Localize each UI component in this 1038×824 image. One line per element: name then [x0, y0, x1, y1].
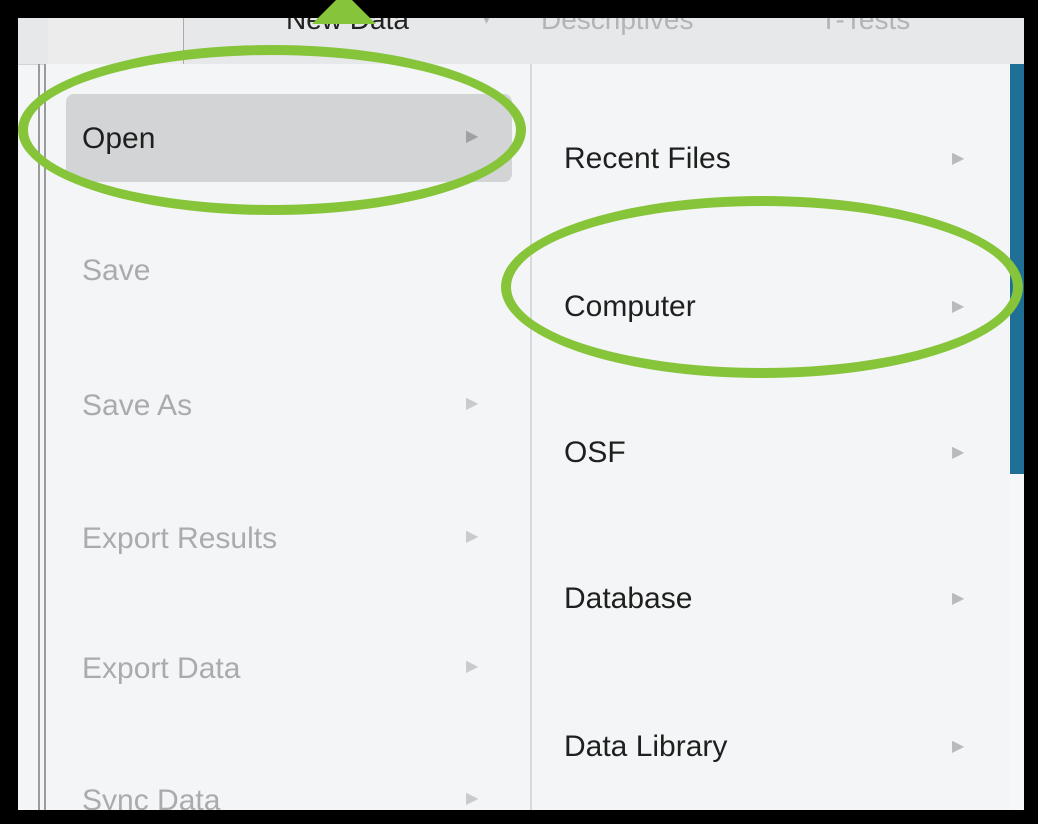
chevron-right-icon: ▶ — [466, 395, 479, 412]
menu-item-label: Save As — [82, 389, 193, 422]
submenu-item-database[interactable]: Database ▶ — [532, 564, 1010, 634]
tab-descriptives[interactable]: Descriptives — [541, 18, 693, 36]
chevron-right-icon: ▶ — [466, 528, 479, 545]
menu-item-export-data[interactable]: Export Data ▶ — [66, 612, 512, 700]
annotation-pointer-arrow — [312, 0, 376, 24]
annotation-ellipse-computer — [501, 196, 1023, 378]
menu-item-save[interactable]: Save — [66, 214, 512, 302]
submenu-item-osf[interactable]: OSF ▶ — [532, 418, 1010, 488]
open-submenu-panel: Recent Files ▶ Computer ▶ OSF ▶ Database… — [532, 64, 1010, 810]
menu-item-sync-data[interactable]: Sync Data ▶ — [66, 744, 512, 810]
submenu-item-label: Recent Files — [564, 142, 731, 175]
menu-item-label: Save — [82, 254, 151, 287]
tab-ttests[interactable]: T-Tests — [820, 18, 910, 36]
chevron-right-icon: ▶ — [466, 790, 479, 807]
content-preview-edge — [1010, 64, 1024, 810]
chevron-right-icon: ▶ — [466, 658, 479, 675]
menu-item-export-results[interactable]: Export Results ▶ — [66, 482, 512, 570]
submenu-item-label: OSF — [564, 436, 626, 469]
menu-item-label: Sync Data — [82, 784, 221, 810]
chevron-right-icon: ▶ — [952, 150, 965, 167]
menu-item-label: Export Results — [82, 522, 278, 555]
chevron-down-icon: ▾ — [481, 18, 492, 30]
chevron-right-icon: ▶ — [952, 738, 965, 755]
menu-item-save-as[interactable]: Save As ▶ — [66, 349, 512, 437]
submenu-item-label: Data Library — [564, 730, 728, 763]
chevron-right-icon: ▶ — [952, 444, 965, 461]
submenu-item-label: Database — [564, 582, 693, 615]
chevron-right-icon: ▶ — [952, 590, 965, 607]
menu-item-label: Export Data — [82, 652, 241, 685]
annotation-ellipse-open — [18, 45, 526, 215]
submenu-item-data-library[interactable]: Data Library ▶ — [532, 712, 1010, 782]
submenu-item-recent-files[interactable]: Recent Files ▶ — [532, 124, 1010, 194]
